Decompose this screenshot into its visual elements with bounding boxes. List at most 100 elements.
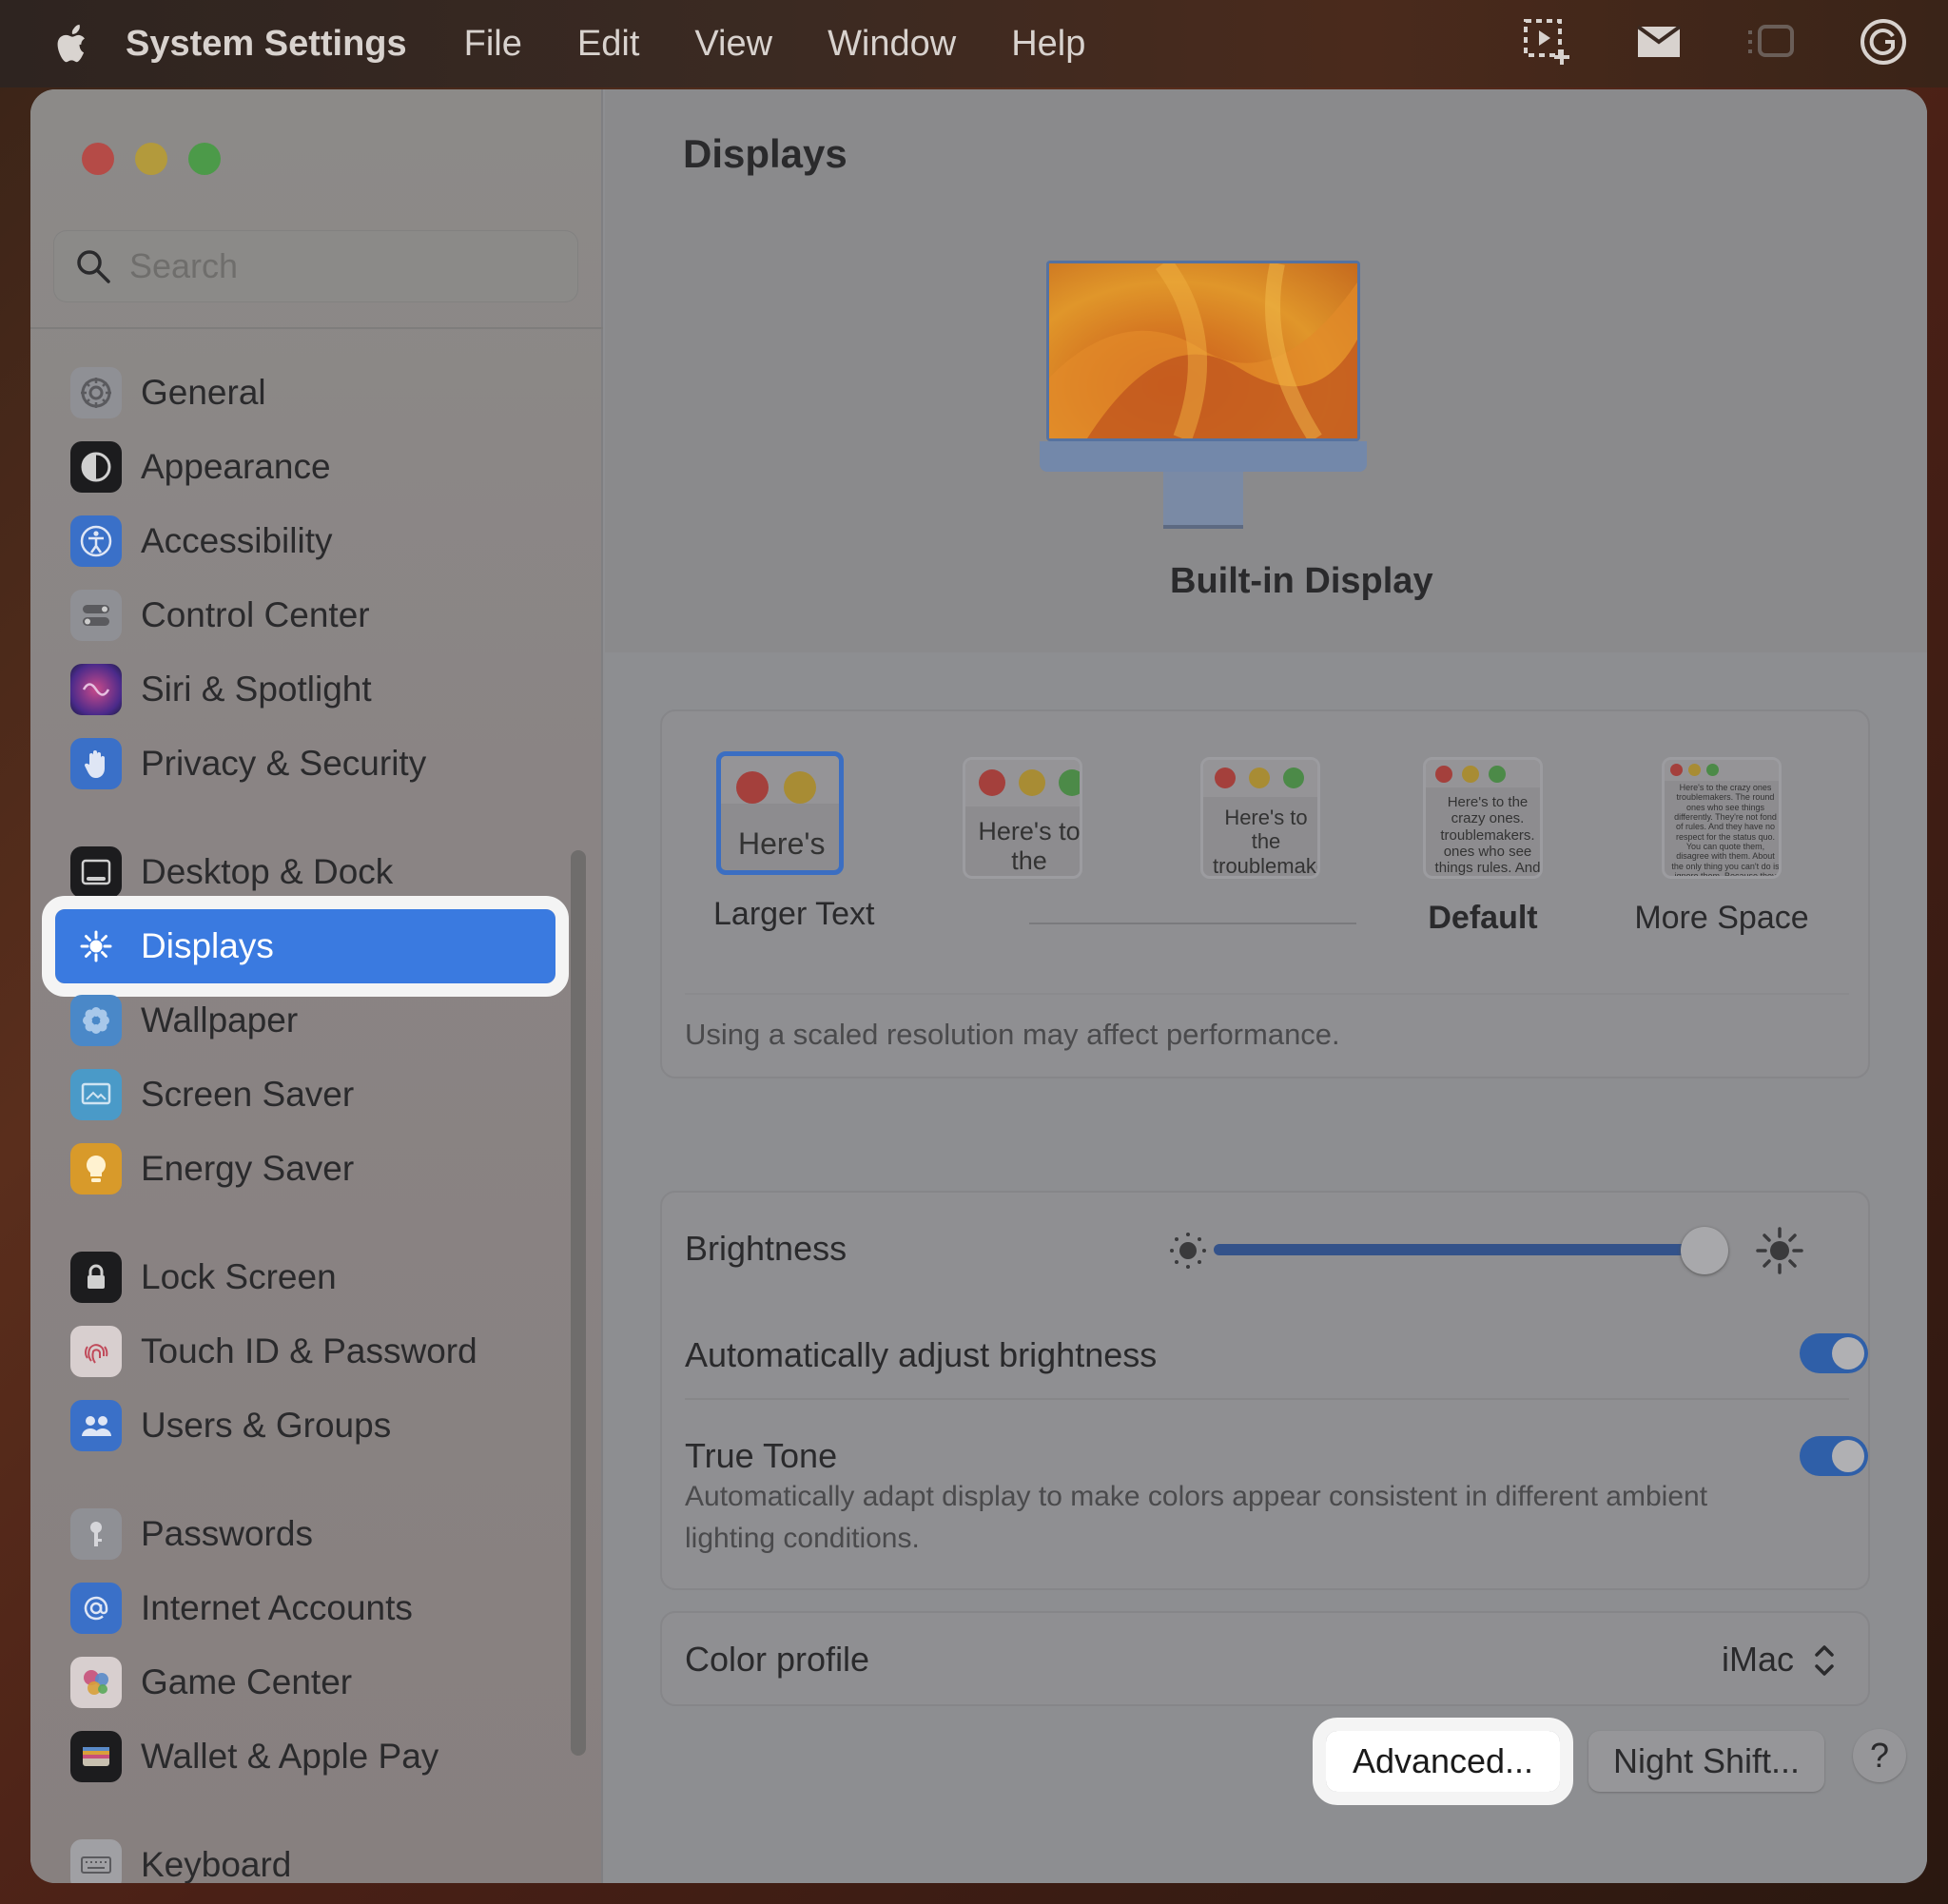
monitor-stand-base [1163, 525, 1243, 529]
resolution-label: More Space [1634, 900, 1809, 936]
brightness-slider[interactable] [1214, 1244, 1700, 1255]
monitor-wallpaper [1049, 263, 1357, 438]
resolution-option-2[interactable]: Here's to the troublemakers [963, 757, 1082, 879]
sidebar-item-label: Desktop & Dock [141, 852, 394, 891]
resolution-preview-text: Here's to the crazy ones. troublemakers.… [1434, 794, 1541, 876]
menu-window[interactable]: Window [828, 24, 956, 65]
auto-brightness-toggle[interactable] [1800, 1333, 1868, 1373]
sidebar-item-game-center[interactable]: Game Center [55, 1645, 555, 1719]
sidebar-item-label: Displays [141, 926, 274, 965]
sidebar-item-label: Accessibility [141, 521, 333, 560]
sun-dim-icon [1170, 1233, 1206, 1269]
menu-file[interactable]: File [464, 24, 522, 65]
sidebar-item-label: Control Center [141, 595, 370, 634]
sidebar-item-label: Lock Screen [141, 1257, 337, 1296]
monitor-stand [1163, 472, 1243, 525]
bulb-icon [70, 1143, 122, 1195]
color-profile-card[interactable]: Color profile iMac [660, 1611, 1870, 1706]
sidebar-scrollbar[interactable] [571, 850, 586, 1756]
display-header: Displays Built-in Display [605, 89, 1927, 652]
sidebar-item-siri-spotlight[interactable]: Siri & Spotlight [55, 652, 555, 727]
resolution-label: Larger Text [713, 896, 875, 932]
game-center-icon [70, 1657, 122, 1708]
resolution-divider [685, 993, 1849, 995]
hand-icon [70, 738, 122, 789]
resolution-preview-text: Here's to the troublemakers. ones who [1213, 806, 1317, 878]
true-tone-toggle[interactable] [1800, 1436, 1868, 1476]
sidebar-item-label: Passwords [141, 1514, 313, 1553]
sidebar-item-desktop-dock[interactable]: Desktop & Dock [55, 835, 555, 909]
close-button[interactable] [82, 143, 114, 175]
resolution-preview-text: Here's to the troublemakers [978, 817, 1081, 876]
control-center-icon [70, 590, 122, 641]
sidebar-item-screen-saver[interactable]: Screen Saver [55, 1058, 555, 1132]
stage-manager-icon[interactable] [1744, 15, 1798, 68]
menu-app-name[interactable]: System Settings [126, 24, 407, 65]
sidebar-item-wallpaper[interactable]: Wallpaper [55, 983, 555, 1058]
inbox-icon[interactable] [1632, 15, 1685, 68]
brightness-row-divider [685, 1398, 1849, 1400]
sidebar-item-label: Internet Accounts [141, 1588, 413, 1627]
monitor-illustration[interactable] [1040, 261, 1367, 529]
search-input[interactable] [129, 246, 548, 286]
resolution-scale-line [1029, 923, 1356, 924]
sidebar-item-control-center[interactable]: Control Center [55, 578, 555, 652]
resolution-thumbnail: Here's to the crazy ones. troublemakers.… [1423, 757, 1543, 879]
search-field[interactable] [53, 230, 578, 302]
resolution-note: Using a scaled resolution may affect per… [685, 1018, 1340, 1051]
sidebar-item-wallet[interactable]: Wallet & Apple Pay [55, 1719, 555, 1794]
brightness-slider-knob[interactable] [1681, 1227, 1728, 1274]
sidebar-item-displays[interactable]: Displays [42, 896, 569, 997]
sidebar-item-appearance[interactable]: Appearance [55, 430, 555, 504]
keyboard-icon [70, 1839, 122, 1883]
sidebar-item-touch-id[interactable]: Touch ID & Password [55, 1314, 555, 1389]
sun-bright-icon [1756, 1227, 1803, 1274]
resolution-thumbnail: Here's [716, 751, 844, 875]
main-pane: Displays Built-in Display Here's Larger … [605, 89, 1927, 1883]
sidebar-item-lock-screen[interactable]: Lock Screen [55, 1240, 555, 1314]
resolution-option-more-space[interactable]: Here's to the crazy ones troublemakers. … [1627, 757, 1817, 937]
display-name: Built-in Display [1170, 561, 1433, 601]
resolution-option-larger-text[interactable]: Here's Larger Text [713, 751, 875, 933]
sidebar-item-energy-saver[interactable]: Energy Saver [55, 1132, 555, 1206]
sidebar-item-label: Appearance [141, 447, 331, 486]
screen-record-icon[interactable] [1520, 15, 1573, 68]
settings-window: General Appearance Accessibility [30, 89, 1927, 1883]
sidebar: General Appearance Accessibility [30, 89, 603, 1883]
monitor-chin [1040, 441, 1367, 472]
minimize-button[interactable] [135, 143, 167, 175]
sidebar-item-label: Siri & Spotlight [141, 670, 372, 709]
menu-edit[interactable]: Edit [577, 24, 639, 65]
sidebar-item-passwords[interactable]: Passwords [55, 1497, 555, 1571]
resolution-thumbnail: Here's to the troublemakers [963, 757, 1082, 879]
advanced-button[interactable]: Advanced... [1313, 1718, 1573, 1805]
sidebar-item-internet-accounts[interactable]: Internet Accounts [55, 1571, 555, 1645]
resolution-option-3[interactable]: Here's to the troublemakers. ones who [1200, 757, 1320, 879]
wallpaper-art [1049, 263, 1357, 438]
night-shift-button[interactable]: Night Shift... [1588, 1731, 1824, 1792]
menu-view[interactable]: View [694, 24, 772, 65]
zoom-button[interactable] [188, 143, 221, 175]
resolution-preview-text: Here's [738, 826, 826, 861]
sidebar-item-users-groups[interactable]: Users & Groups [55, 1389, 555, 1463]
at-icon [70, 1583, 122, 1634]
sidebar-item-accessibility[interactable]: Accessibility [55, 504, 555, 578]
sidebar-item-label: Wallet & Apple Pay [141, 1737, 439, 1776]
resolution-thumbnail: Here's to the troublemakers. ones who [1200, 757, 1320, 879]
sidebar-item-general[interactable]: General [55, 356, 555, 430]
help-button[interactable]: ? [1853, 1729, 1906, 1782]
accessibility-icon [70, 515, 122, 567]
apple-logo-icon[interactable] [55, 23, 93, 65]
menu-help[interactable]: Help [1011, 24, 1085, 65]
grammarly-icon[interactable] [1857, 15, 1910, 68]
lock-icon [70, 1252, 122, 1303]
chevron-updown-icon[interactable] [1805, 1638, 1843, 1683]
sidebar-item-keyboard[interactable]: Keyboard [55, 1828, 555, 1883]
resolution-option-default[interactable]: Here's to the crazy ones. troublemakers.… [1423, 757, 1543, 937]
search-icon [77, 250, 110, 283]
sidebar-item-label: General [141, 373, 266, 412]
sidebar-item-label: Users & Groups [141, 1406, 392, 1445]
monitor-screen-frame [1046, 261, 1360, 441]
sidebar-item-privacy-security[interactable]: Privacy & Security [55, 727, 555, 801]
sidebar-item-label: Touch ID & Password [141, 1331, 477, 1370]
